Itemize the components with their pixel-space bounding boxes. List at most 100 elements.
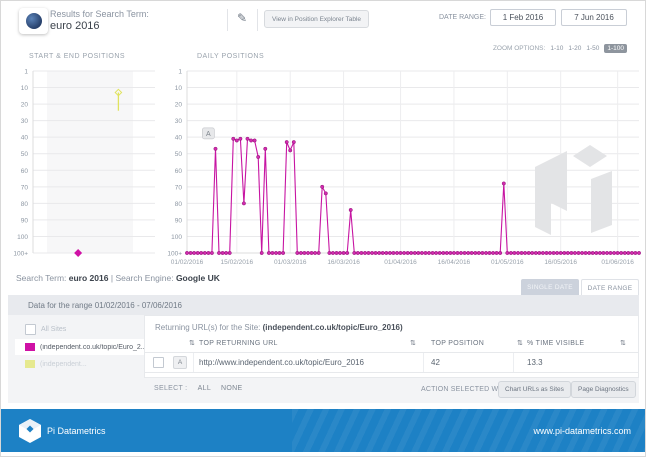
zoom-options: ZOOM OPTIONS: 1-10 1-20 1-50 1-100 bbox=[493, 44, 627, 53]
tab-single-date[interactable]: SINGLE DATE bbox=[521, 279, 579, 295]
select-label: SELECT : bbox=[154, 385, 187, 392]
all-sites-label: All Sites bbox=[41, 326, 66, 333]
chart-annotation-a[interactable]: A bbox=[202, 128, 214, 139]
daily-positions-title: DAILY POSITIONS bbox=[197, 53, 264, 60]
svg-text:01/02/2016: 01/02/2016 bbox=[171, 259, 204, 266]
divider bbox=[145, 372, 638, 373]
col-time-visible[interactable]: % TIME VISIBLE bbox=[527, 340, 584, 347]
chart-urls-as-sites-button[interactable]: Chart URLs as Sites bbox=[498, 381, 571, 398]
divider bbox=[513, 353, 514, 372]
svg-text:10: 10 bbox=[175, 85, 183, 92]
returning-urls-title-site: (independent.co.uk/topic/Euro_2016) bbox=[263, 323, 403, 332]
svg-text:80: 80 bbox=[175, 201, 183, 208]
page-diagnostics-button[interactable]: Page Diagnostics bbox=[571, 381, 636, 398]
pi-datametrics-page: Results for Search Term: euro 2016 ✎ Vie… bbox=[0, 0, 646, 457]
footer-url-link[interactable]: www.pi-datametrics.com bbox=[533, 426, 631, 436]
annotation-a-badge[interactable]: A bbox=[173, 356, 187, 369]
search-term-title: euro 2016 bbox=[50, 20, 100, 32]
svg-text:16/05/2016: 16/05/2016 bbox=[544, 259, 577, 266]
svg-text:01/05/2016: 01/05/2016 bbox=[491, 259, 524, 266]
daily-positions-chart[interactable]: 1102030405060708090100100+01/02/201615/0… bbox=[157, 65, 645, 271]
svg-text:A: A bbox=[206, 131, 211, 138]
separator: | bbox=[111, 273, 113, 283]
svg-text:90: 90 bbox=[21, 217, 29, 224]
date-from-input[interactable]: 1 Feb 2016 bbox=[490, 9, 556, 26]
tab-date-range[interactable]: DATE RANGE bbox=[581, 279, 639, 296]
results-for-label: Results for Search Term: bbox=[50, 9, 149, 19]
sort-icon-visible-right[interactable]: ⇅ bbox=[620, 339, 626, 347]
data-range-bar: Data for the range 01/02/2016 - 07/06/20… bbox=[8, 295, 639, 315]
svg-text:16/04/2016: 16/04/2016 bbox=[438, 259, 471, 266]
svg-text:20: 20 bbox=[21, 102, 29, 109]
col-top-returning-url[interactable]: TOP RETURNING URL bbox=[199, 340, 278, 347]
sidebar-item-independent-topic[interactable]: (independent.co.uk/topic/Euro_2... bbox=[15, 339, 151, 355]
search-term-value: euro 2016 bbox=[69, 273, 109, 283]
svg-text:70: 70 bbox=[21, 184, 29, 191]
independent-topic-label: (independent.co.uk/topic/Euro_2... bbox=[40, 344, 147, 351]
sort-icon-url[interactable]: ⇅ bbox=[189, 339, 195, 347]
divider bbox=[227, 9, 228, 31]
all-sites-checkbox[interactable] bbox=[25, 324, 36, 335]
app-logo-icon bbox=[19, 8, 48, 34]
start-end-positions-chart: 1102030405060708090100100+ bbox=[7, 65, 157, 271]
row-checkbox[interactable] bbox=[153, 357, 164, 368]
svg-text:40: 40 bbox=[175, 135, 183, 142]
footer-brand-text: Pi Datametrics bbox=[47, 426, 106, 436]
svg-text:01/03/2016: 01/03/2016 bbox=[274, 259, 307, 266]
start-end-positions-title: START & END POSITIONS bbox=[29, 53, 125, 60]
magenta-site-swatch bbox=[25, 343, 35, 351]
zoom-option-1-100-selected[interactable]: 1-100 bbox=[604, 44, 627, 53]
divider bbox=[257, 9, 258, 31]
divider bbox=[423, 353, 424, 372]
yellow-site-swatch bbox=[25, 360, 35, 368]
svg-text:70: 70 bbox=[175, 184, 183, 191]
sidebar-item-independent[interactable]: (independent... bbox=[25, 360, 87, 368]
svg-text:30: 30 bbox=[175, 118, 183, 125]
svg-text:100: 100 bbox=[171, 234, 182, 241]
svg-text:40: 40 bbox=[21, 135, 29, 142]
edit-pencil-icon[interactable]: ✎ bbox=[237, 11, 247, 25]
svg-text:10: 10 bbox=[21, 85, 29, 92]
svg-text:60: 60 bbox=[21, 168, 29, 175]
date-to-input[interactable]: 7 Jun 2016 bbox=[561, 9, 627, 26]
data-range-text: Data for the range 01/02/2016 - 07/06/20… bbox=[28, 301, 182, 310]
svg-text:60: 60 bbox=[175, 168, 183, 175]
svg-text:50: 50 bbox=[175, 151, 183, 158]
svg-text:50: 50 bbox=[21, 151, 29, 158]
search-term-label: Search Term: bbox=[16, 273, 66, 283]
svg-text:20: 20 bbox=[175, 102, 183, 109]
sort-icon-visible-left[interactable]: ⇅ bbox=[517, 339, 523, 347]
select-none-link[interactable]: NONE bbox=[221, 385, 242, 392]
search-summary-line: Search Term: euro 2016 | Search Engine: … bbox=[16, 273, 220, 283]
search-engine-value: Google UK bbox=[176, 273, 220, 283]
zoom-option-1-10[interactable]: 1-10 bbox=[550, 45, 563, 52]
zoom-options-label: ZOOM OPTIONS: bbox=[493, 45, 545, 52]
search-engine-label: Search Engine: bbox=[115, 273, 173, 283]
svg-text:100+: 100+ bbox=[13, 251, 28, 258]
returning-urls-title: Returning URL(s) for the Site: (independ… bbox=[155, 323, 403, 332]
svg-text:01/04/2016: 01/04/2016 bbox=[384, 259, 417, 266]
sidebar-item-all-sites[interactable]: All Sites bbox=[25, 324, 66, 335]
row-top-position: 42 bbox=[431, 358, 440, 367]
sort-icon-position-left[interactable]: ⇅ bbox=[410, 339, 416, 347]
returning-urls-title-prefix: Returning URL(s) for the Site: bbox=[155, 323, 260, 332]
lower-panel: All Sites (independent.co.uk/topic/Euro_… bbox=[8, 315, 639, 403]
row-url[interactable]: http://www.independent.co.uk/topic/Euro_… bbox=[199, 358, 364, 367]
pi-datametrics-logo-icon bbox=[17, 418, 43, 444]
independent-label: (independent... bbox=[40, 361, 87, 368]
svg-text:01/06/2016: 01/06/2016 bbox=[601, 259, 634, 266]
svg-text:30: 30 bbox=[21, 118, 29, 125]
svg-text:1: 1 bbox=[178, 69, 182, 76]
svg-text:90: 90 bbox=[175, 217, 183, 224]
col-top-position[interactable]: TOP POSITION bbox=[431, 340, 484, 347]
divider bbox=[193, 353, 194, 372]
view-position-explorer-button[interactable]: View in Position Explorer Table bbox=[264, 10, 369, 28]
returning-urls-panel: Returning URL(s) for the Site: (independ… bbox=[144, 315, 639, 378]
svg-text:16/03/2016: 16/03/2016 bbox=[327, 259, 360, 266]
select-row: SELECT : ALL NONE bbox=[154, 385, 242, 392]
footer-bar: Pi Datametrics www.pi-datametrics.com bbox=[1, 409, 646, 452]
select-all-link[interactable]: ALL bbox=[198, 385, 211, 392]
zoom-option-1-50[interactable]: 1-50 bbox=[586, 45, 599, 52]
svg-text:80: 80 bbox=[21, 201, 29, 208]
zoom-option-1-20[interactable]: 1-20 bbox=[568, 45, 581, 52]
